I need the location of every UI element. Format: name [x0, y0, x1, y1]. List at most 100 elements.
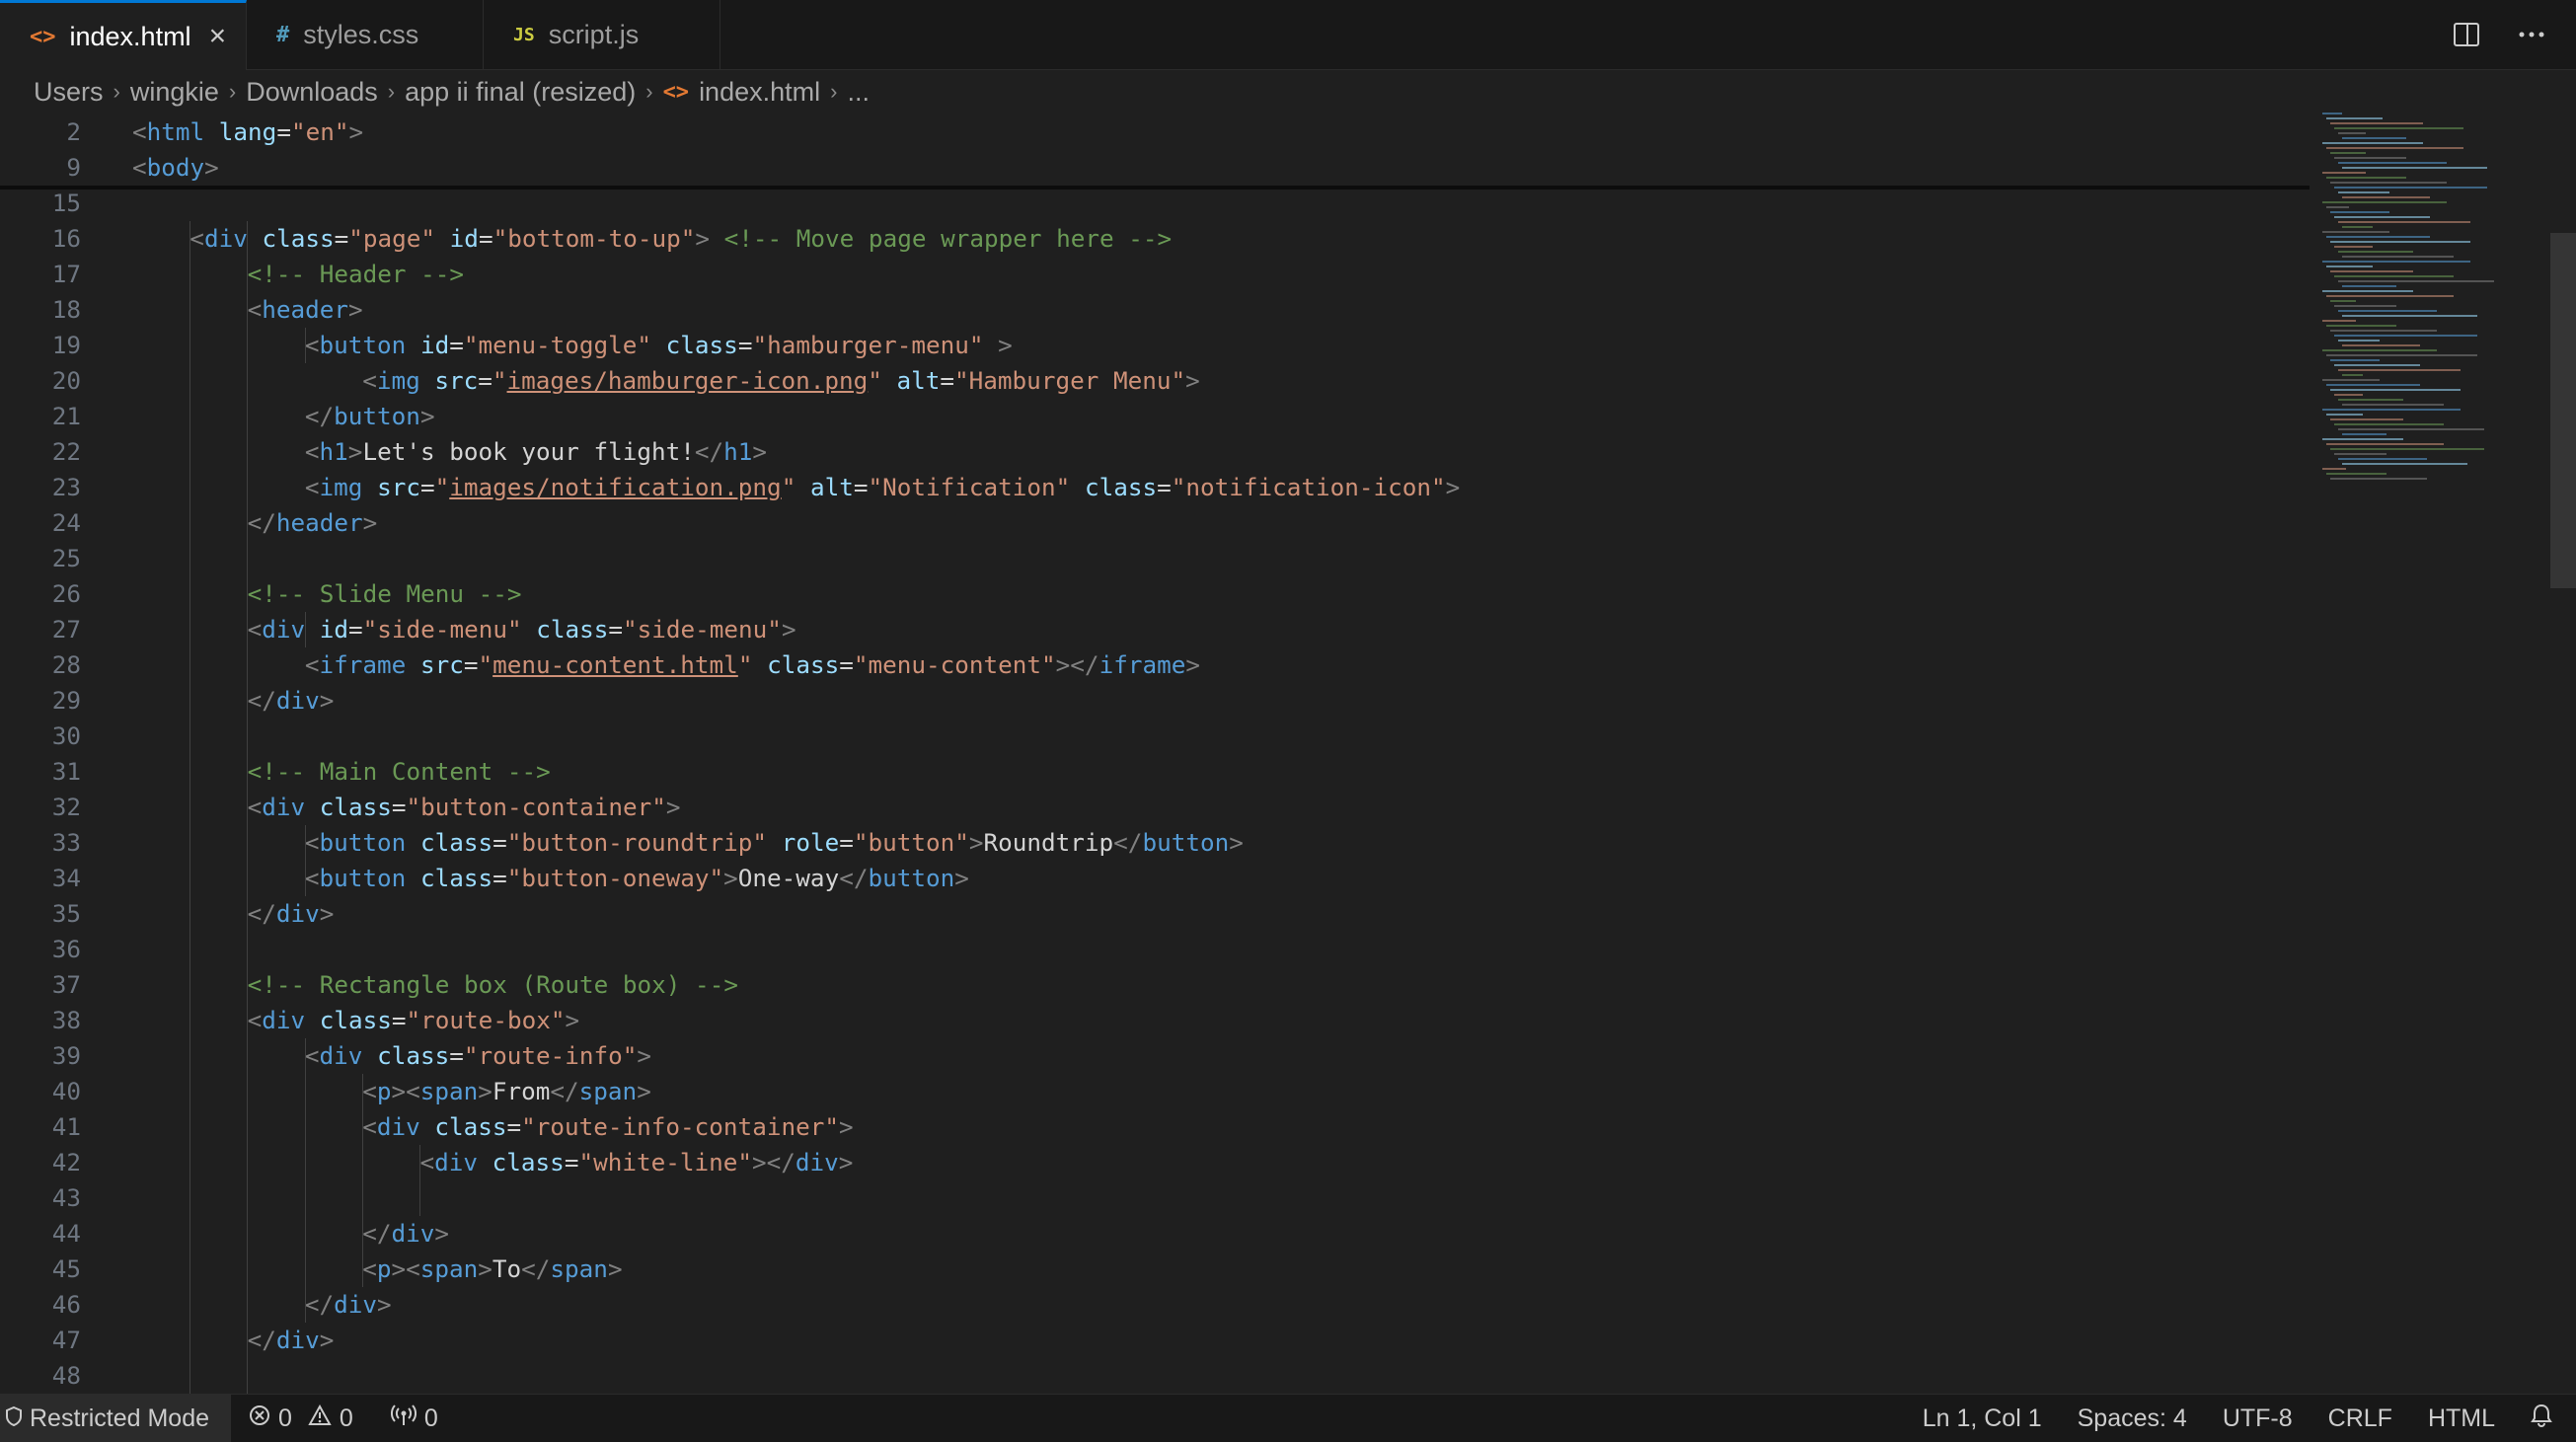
line-number: 32	[51, 793, 81, 821]
sticky-scroll[interactable]: 2 <html lang="en"> 9 <body>	[0, 114, 2314, 186]
code-token: </	[304, 402, 335, 430]
code-line[interactable]: 28 <iframe src="menu-content.html" class=…	[0, 647, 2314, 683]
code-token: "button-oneway"	[506, 864, 724, 892]
code-line[interactable]: 26 <!-- Slide Menu -->	[0, 576, 2314, 612]
minimap-line	[2338, 428, 2484, 430]
code-line[interactable]: 15	[0, 186, 2314, 221]
minimap-line	[2342, 315, 2477, 317]
code-token: >	[319, 1326, 335, 1354]
code-line[interactable]: 35 </div>	[0, 896, 2314, 932]
code-line[interactable]: 37 <!-- Rectangle box (Route box) -->	[0, 967, 2314, 1003]
code-line[interactable]: 22 <h1>Let's book your flight!</h1>	[0, 434, 2314, 470]
chevron-right-icon: ›	[228, 79, 237, 104]
tab-styles-css[interactable]: # styles.css	[247, 0, 484, 69]
code-token: "hamburger-menu"	[752, 331, 984, 359]
code-line[interactable]: 9 <body>	[0, 150, 2314, 186]
code-line[interactable]: 48	[0, 1358, 2314, 1394]
code-line[interactable]: 27 <div id="side-menu" class="side-menu">	[0, 612, 2314, 647]
code-token: header	[275, 508, 363, 537]
cursor-position[interactable]: Ln 1, Col 1	[1923, 1404, 2042, 1433]
bell-icon[interactable]	[2531, 1404, 2552, 1434]
code-line[interactable]: 38 <div class="route-box">	[0, 1003, 2314, 1038]
code-token: >	[478, 1077, 492, 1105]
code-token: >	[419, 402, 435, 430]
code-line[interactable]: 2 <html lang="en">	[0, 114, 2314, 150]
code-line[interactable]: 21 </button>	[0, 399, 2314, 434]
problems-indicator[interactable]: 0 0 0	[249, 1395, 438, 1442]
code-token: </	[1113, 828, 1143, 857]
minimap-line	[2330, 241, 2470, 243]
code-text: <p><span>To</span>	[362, 1252, 622, 1287]
line-number: 19	[51, 331, 81, 359]
code-token: <	[304, 1041, 320, 1070]
code-line[interactable]: 24 </header>	[0, 505, 2314, 541]
code-line[interactable]: 29 </div>	[0, 683, 2314, 719]
code-token: >	[752, 437, 768, 466]
line-number: 41	[51, 1112, 81, 1141]
code-line[interactable]: 23 <img src="images/notification.png" alt…	[0, 470, 2314, 505]
minimap-line	[2322, 409, 2461, 411]
code-line[interactable]: 31 <!-- Main Content -->	[0, 754, 2314, 790]
code-token: class	[262, 224, 335, 253]
split-editor-icon[interactable]	[2452, 20, 2481, 49]
more-actions-icon[interactable]	[2517, 20, 2546, 49]
code-link[interactable]: images/notification.png	[449, 473, 781, 501]
code-editor[interactable]: 2 <html lang="en"> 9 <body> 15 16 <div class=…	[0, 114, 2314, 1394]
scrollbar-thumb[interactable]	[2550, 233, 2576, 588]
code-line[interactable]: 25	[0, 541, 2314, 576]
breadcrumb-item[interactable]: app ii final (resized)	[405, 77, 636, 108]
breadcrumb-item[interactable]: Downloads	[246, 77, 378, 108]
code-text: <div class="button-container">	[248, 790, 681, 825]
language-mode[interactable]: HTML	[2428, 1404, 2495, 1433]
minimap-line	[2334, 335, 2477, 337]
code-text: </div>	[305, 1287, 392, 1323]
tab-script-js[interactable]: JS script.js	[484, 0, 720, 69]
encoding[interactable]: UTF-8	[2223, 1404, 2293, 1433]
vertical-scrollbar[interactable]	[2550, 109, 2576, 1394]
minimap-line	[2326, 266, 2373, 267]
code-line[interactable]: 16 <div class="page" id="bottom-to-up"> <…	[0, 221, 2314, 257]
code-line[interactable]: 47 </div>	[0, 1323, 2314, 1358]
code-token: span	[419, 1077, 479, 1105]
tab-index-html[interactable]: <> index.html ×	[0, 0, 247, 70]
minimap-line	[2326, 384, 2420, 386]
code-line[interactable]: 30	[0, 719, 2314, 754]
end-of-line[interactable]: CRLF	[2328, 1404, 2392, 1433]
code-token: >	[695, 224, 711, 253]
code-line[interactable]: 20 <img src="images/hamburger-icon.png" a…	[0, 363, 2314, 399]
breadcrumb-item[interactable]: Users	[34, 77, 104, 108]
code-line[interactable]: 44 </div>	[0, 1216, 2314, 1252]
code-line[interactable]: 42 <div class="white-line"></div>	[0, 1145, 2314, 1180]
code-line[interactable]: 33 <button class="button-roundtrip" role=…	[0, 825, 2314, 861]
code-token: >	[1229, 828, 1244, 857]
code-token: "button"	[853, 828, 969, 857]
code-line[interactable]: 41 <div class="route-info-container">	[0, 1109, 2314, 1145]
breadcrumb-item[interactable]: ...	[847, 77, 870, 108]
code-line[interactable]: 45 <p><span>To</span>	[0, 1252, 2314, 1287]
code-text: <img src="images/notification.png" alt="…	[305, 470, 1460, 505]
line-number: 21	[51, 402, 81, 430]
code-line[interactable]: 36	[0, 932, 2314, 967]
code-line[interactable]: 32 <div class="button-container">	[0, 790, 2314, 825]
minimap-line	[2338, 399, 2403, 401]
code-line[interactable]: 34 <button class="button-oneway">One-way<…	[0, 861, 2314, 896]
code-line[interactable]: 46 </div>	[0, 1287, 2314, 1323]
code-link[interactable]: images/hamburger-icon.png	[507, 366, 869, 395]
minimap-line	[2334, 187, 2487, 189]
code-line[interactable]: 39 <div class="route-info">	[0, 1038, 2314, 1074]
code-link[interactable]: menu-content.html	[492, 650, 738, 679]
code-line[interactable]: 18 <header>	[0, 292, 2314, 328]
code-line[interactable]: 19 <button id="menu-toggle" class="hambur…	[0, 328, 2314, 363]
code-line[interactable]: 43	[0, 1180, 2314, 1216]
code-line[interactable]: 40 <p><span>From</span>	[0, 1074, 2314, 1109]
minimap[interactable]	[2314, 109, 2551, 1394]
code-line[interactable]: 17 <!-- Header -->	[0, 257, 2314, 292]
indentation[interactable]: Spaces: 4	[2078, 1404, 2187, 1433]
close-icon[interactable]: ×	[209, 22, 227, 51]
breadcrumb-item[interactable]: index.html	[699, 77, 820, 108]
restricted-mode-indicator[interactable]: Restricted Mode	[0, 1395, 232, 1442]
code-token: alt	[809, 473, 854, 501]
breadcrumb-item[interactable]: wingkie	[130, 77, 219, 108]
